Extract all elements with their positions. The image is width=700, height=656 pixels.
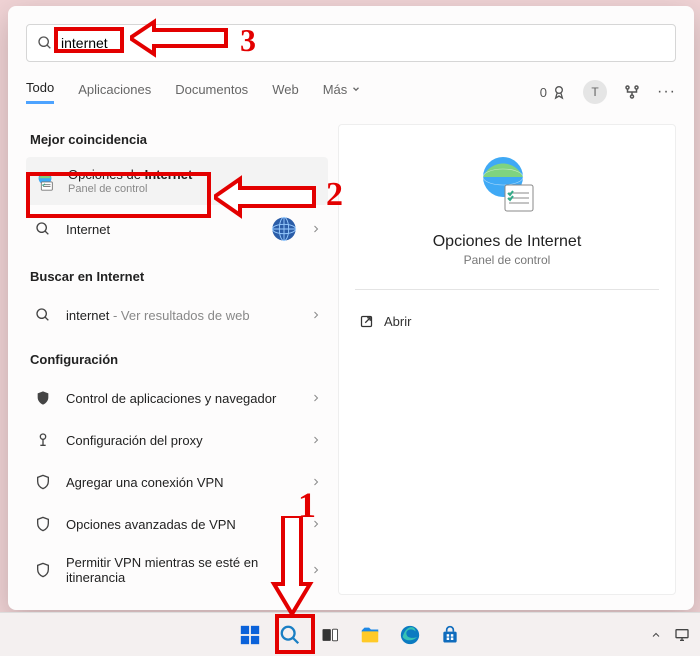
open-action[interactable]: Abrir	[355, 306, 659, 337]
preview-title: Opciones de Internet	[433, 233, 582, 251]
globe-app-icon	[270, 215, 298, 243]
config-advanced-vpn[interactable]: Opciones avanzadas de VPN	[26, 503, 328, 545]
avatar[interactable]: T	[583, 80, 607, 104]
medal-icon	[551, 84, 567, 100]
vpn-shield-icon	[32, 471, 54, 493]
search-input[interactable]	[61, 35, 665, 51]
divider	[355, 289, 659, 290]
more-menu[interactable]: ···	[657, 83, 676, 101]
taskbar-search[interactable]	[273, 618, 307, 652]
internet-options-icon	[34, 170, 56, 192]
taskbar-edge[interactable]	[393, 618, 427, 652]
proxy-icon	[32, 429, 54, 451]
best-match-sub: Panel de control	[68, 183, 320, 195]
monitor-icon	[674, 627, 690, 643]
open-icon	[359, 314, 374, 329]
result-internet-label: Internet	[66, 222, 270, 237]
config-item-label: Permitir VPN mientras se esté en itinera…	[66, 555, 304, 585]
edge-icon	[399, 624, 421, 646]
config-proxy[interactable]: Configuración del proxy	[26, 419, 328, 461]
best-match-item[interactable]: Opciones de Internet Panel de control	[26, 157, 328, 205]
taskbar-taskview[interactable]	[313, 618, 347, 652]
chevron-right-icon	[310, 564, 322, 576]
start-button[interactable]	[233, 618, 267, 652]
best-match-title-bold: Internet	[145, 167, 193, 182]
web-search-label: Buscar en Internet	[30, 269, 328, 284]
internet-options-large-icon	[475, 153, 539, 217]
search-icon	[32, 218, 54, 240]
result-web[interactable]: internet - Ver resultados de web	[26, 294, 328, 336]
chevron-right-icon	[310, 392, 322, 404]
web-result-term: internet	[66, 308, 109, 323]
config-item-label: Opciones avanzadas de VPN	[66, 517, 304, 532]
search-icon	[37, 35, 53, 51]
config-item-label: Configuración del proxy	[66, 433, 304, 448]
vpn-shield-icon	[32, 513, 54, 535]
taskbar-explorer[interactable]	[353, 618, 387, 652]
chevron-right-icon	[310, 309, 322, 321]
taskview-icon	[320, 625, 340, 645]
windows-icon	[239, 624, 261, 646]
best-match-title-pre: Opciones de	[68, 167, 145, 182]
chevron-up-icon	[650, 629, 662, 641]
taskbar	[0, 612, 700, 656]
system-tray[interactable]	[650, 627, 690, 643]
best-match-label: Mejor coincidencia	[30, 132, 328, 147]
filter-tabs: Todo Aplicaciones Documentos Web Más 0 T…	[26, 80, 676, 104]
shield-icon	[32, 387, 54, 409]
open-label: Abrir	[384, 314, 411, 329]
tab-more[interactable]: Más	[323, 82, 362, 103]
search-icon	[32, 304, 54, 326]
web-result-sub: - Ver resultados de web	[109, 308, 249, 323]
config-vpn-roaming[interactable]: Permitir VPN mientras se esté en itinera…	[26, 545, 328, 595]
search-panel: Todo Aplicaciones Documentos Web Más 0 T…	[8, 6, 694, 610]
chevron-down-icon	[351, 84, 361, 94]
tab-aplicaciones[interactable]: Aplicaciones	[78, 82, 151, 103]
result-internet[interactable]: Internet	[26, 205, 328, 253]
preview-sub: Panel de control	[464, 253, 551, 267]
chevron-right-icon	[310, 223, 322, 235]
tab-documentos[interactable]: Documentos	[175, 82, 248, 103]
vpn-shield-icon	[32, 559, 54, 581]
config-app-browser-control[interactable]: Control de aplicaciones y navegador	[26, 377, 328, 419]
taskbar-store[interactable]	[433, 618, 467, 652]
config-item-label: Agregar una conexión VPN	[66, 475, 304, 490]
store-icon	[440, 625, 460, 645]
search-icon	[279, 624, 301, 646]
results-list: Mejor coincidencia Opciones de Internet …	[8, 116, 328, 595]
config-add-vpn[interactable]: Agregar una conexión VPN	[26, 461, 328, 503]
chevron-right-icon	[310, 518, 322, 530]
chevron-right-icon	[310, 476, 322, 488]
search-bar[interactable]	[26, 24, 676, 62]
config-label: Configuración	[30, 352, 328, 367]
config-item-label: Control de aplicaciones y navegador	[66, 391, 304, 406]
folder-icon	[359, 624, 381, 646]
rewards-badge[interactable]: 0	[540, 84, 567, 100]
preview-pane: Opciones de Internet Panel de control Ab…	[338, 124, 676, 595]
flow-icon[interactable]	[623, 83, 641, 101]
tab-todo[interactable]: Todo	[26, 80, 54, 104]
chevron-right-icon	[310, 434, 322, 446]
tab-web[interactable]: Web	[272, 82, 299, 103]
